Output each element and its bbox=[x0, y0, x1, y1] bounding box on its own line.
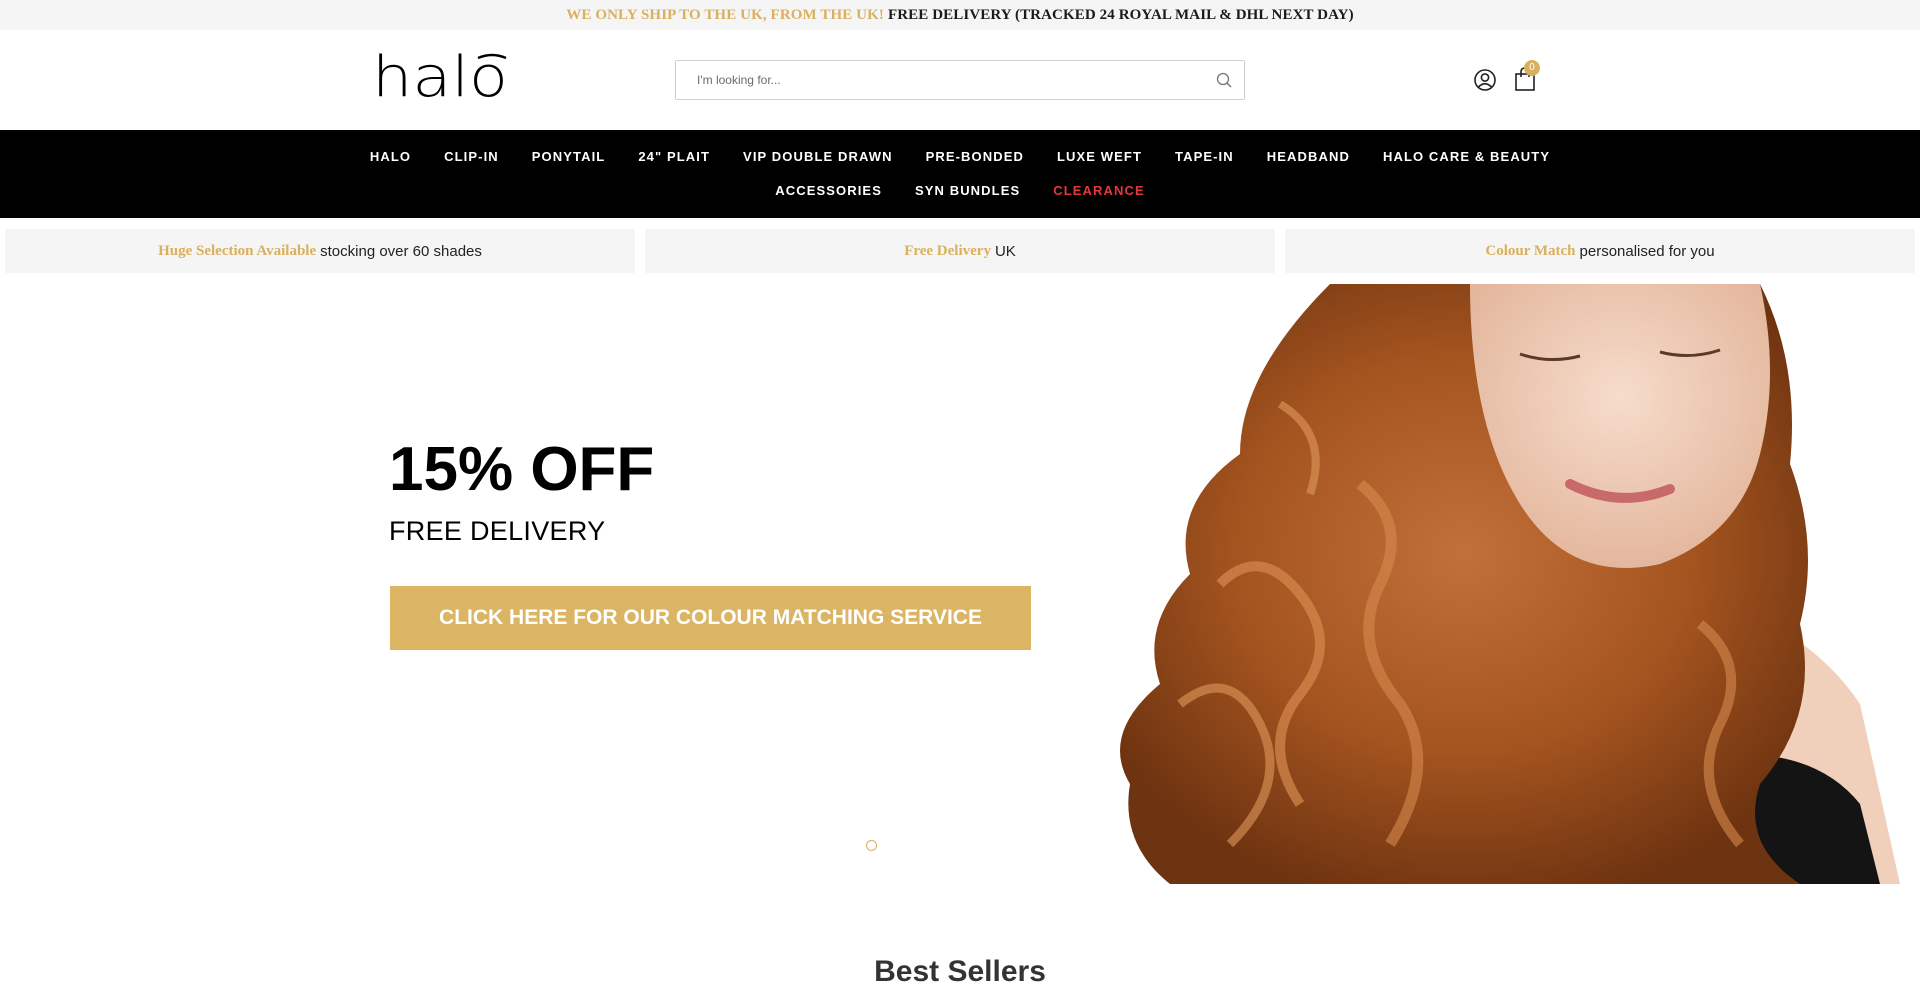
hero-model-image bbox=[1120, 284, 1900, 884]
nav-item-ponytail[interactable]: PONYTAIL bbox=[532, 149, 606, 165]
nav-item-headband[interactable]: HEADBAND bbox=[1267, 149, 1350, 165]
hero-title: 15% OFF bbox=[389, 435, 655, 504]
nav-item-halo-care-beauty[interactable]: HALO CARE & BEAUTY bbox=[1383, 149, 1550, 165]
nav-item-24-plait[interactable]: 24" PLAIT bbox=[638, 149, 710, 165]
usp-box-colour-match: Colour Match personalised for you bbox=[1285, 229, 1915, 273]
usp-highlight: Colour Match bbox=[1485, 242, 1576, 259]
cart-count-badge: 0 bbox=[1524, 60, 1540, 76]
site-header: halo 0 bbox=[0, 30, 1920, 130]
nav-item-vip-double-drawn[interactable]: VIP DOUBLE DRAWN bbox=[743, 149, 893, 165]
slider-dot[interactable] bbox=[866, 840, 877, 851]
usp-highlight: Huge Selection Available bbox=[158, 242, 317, 259]
nav-item-pre-bonded[interactable]: PRE-BONDED bbox=[926, 149, 1024, 165]
halo-logo[interactable]: halo bbox=[372, 48, 512, 106]
nav-row-primary: HALO CLIP-IN PONYTAIL 24" PLAIT VIP DOUB… bbox=[0, 149, 1920, 165]
nav-item-syn-bundles[interactable]: SYN BUNDLES bbox=[915, 183, 1020, 199]
best-sellers-heading: Best Sellers bbox=[874, 955, 1046, 988]
announcement-text: FREE DELIVERY (TRACKED 24 ROYAL MAIL & D… bbox=[887, 6, 1354, 23]
main-navigation: HALO CLIP-IN PONYTAIL 24" PLAIT VIP DOUB… bbox=[0, 130, 1920, 218]
announcement-bar: WE ONLY SHIP TO THE UK, FROM THE UK! FRE… bbox=[0, 0, 1920, 30]
nav-item-clearance[interactable]: CLEARANCE bbox=[1053, 183, 1145, 199]
nav-item-tape-in[interactable]: TAPE-IN bbox=[1175, 149, 1234, 165]
user-circle-icon[interactable] bbox=[1473, 68, 1497, 92]
usp-box-delivery: Free Delivery UK bbox=[645, 229, 1275, 273]
search-bar bbox=[675, 60, 1245, 100]
announcement-highlight: WE ONLY SHIP TO THE UK, FROM THE UK! bbox=[566, 6, 884, 23]
usp-box-selection: Huge Selection Available stocking over 6… bbox=[5, 229, 635, 273]
nav-row-secondary: ACCESSORIES SYN BUNDLES CLEARANCE bbox=[0, 183, 1920, 199]
usp-text: personalised for you bbox=[1579, 242, 1715, 260]
nav-item-clip-in[interactable]: CLIP-IN bbox=[444, 149, 499, 165]
search-input[interactable] bbox=[676, 61, 1204, 99]
nav-item-luxe-weft[interactable]: LUXE WEFT bbox=[1057, 149, 1142, 165]
usp-text: stocking over 60 shades bbox=[320, 242, 482, 260]
search-icon[interactable] bbox=[1204, 61, 1244, 99]
logo-text: halo bbox=[372, 48, 508, 106]
usp-text: UK bbox=[994, 242, 1016, 260]
colour-matching-cta-button[interactable]: CLICK HERE FOR OUR COLOUR MATCHING SERVI… bbox=[390, 586, 1031, 650]
nav-item-halo[interactable]: HALO bbox=[370, 149, 411, 165]
usp-highlight: Free Delivery bbox=[904, 242, 991, 259]
nav-item-accessories[interactable]: ACCESSORIES bbox=[775, 183, 882, 199]
hero-subtitle: FREE DELIVERY bbox=[389, 516, 606, 546]
hero-banner: 15% OFF FREE DELIVERY CLICK HERE FOR OUR… bbox=[0, 284, 1920, 884]
